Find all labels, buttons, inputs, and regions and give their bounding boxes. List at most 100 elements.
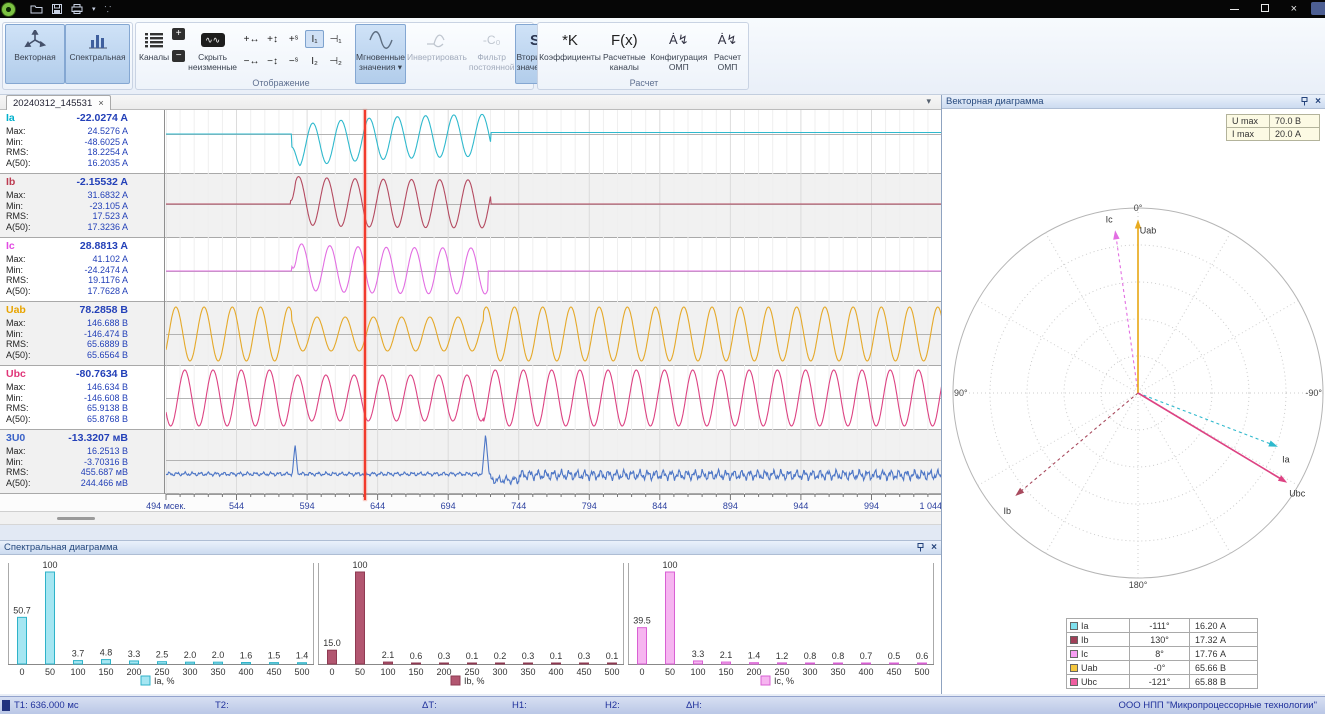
channels-button[interactable]: Каналы: [138, 24, 170, 84]
svg-text:0.3: 0.3: [578, 651, 591, 661]
svg-text:100: 100: [662, 560, 677, 570]
channel-info-ib[interactable]: Ib-2.15532 A Max:31.6832 A Min:-23.105 A…: [0, 174, 165, 238]
document-tab-bar: 20240312_145531 × ▾: [0, 95, 941, 110]
waveform-plot-ubc[interactable]: [166, 366, 942, 430]
minimize-button[interactable]: [1230, 3, 1239, 15]
channel-info-ia[interactable]: Ia-22.0274 A Max:24.5276 A Min:-48.6025 …: [0, 110, 165, 174]
svg-text:Uab: Uab: [1140, 226, 1157, 236]
svg-text:794: 794: [582, 501, 597, 511]
channel-row-ic: Ic28.8813 A Max:41.102 A Min:-24.2474 A …: [0, 238, 941, 302]
stat-label: Min:: [6, 393, 23, 404]
tab-close-icon[interactable]: ×: [98, 98, 104, 109]
print-icon[interactable]: [71, 4, 83, 14]
svg-text:0.8: 0.8: [832, 651, 845, 661]
zoom-in-sync-button[interactable]: +ˢ: [284, 30, 303, 48]
svg-text:2.0: 2.0: [184, 650, 197, 660]
svg-text:500: 500: [604, 667, 619, 677]
svg-text:2.0: 2.0: [212, 650, 225, 660]
channel-name: 3U0: [6, 432, 25, 444]
save-icon[interactable]: [52, 4, 62, 14]
user-badge-icon[interactable]: [1311, 2, 1325, 15]
ic-swatch: [1070, 650, 1078, 658]
spectral-panel-header[interactable]: Спектральная диаграмма ×: [0, 541, 941, 555]
spectral-chart-1: 15.00100502.11000.61500.32000.12500.2300…: [318, 555, 624, 695]
svg-text:0.7: 0.7: [860, 651, 873, 661]
stat-value: 146.634 В: [87, 382, 128, 393]
vector-panel-header[interactable]: Векторная диаграмма ×: [942, 95, 1325, 109]
application-window: ▾ ⸪ × Векторная: [0, 0, 1325, 714]
channel-info-3u0[interactable]: 3U0-13.3207 мВ Max:16.2513 В Min:-3.7031…: [0, 430, 165, 494]
hide-unchanged-button[interactable]: ∿∿ Скрыть неизменные: [187, 24, 238, 84]
vector-diagram-button[interactable]: Векторная: [5, 24, 65, 84]
channel-info-ic[interactable]: Ic28.8813 A Max:41.102 A Min:-24.2474 A …: [0, 238, 165, 302]
phasor-row-ic: Ic8°17.76 А: [1067, 646, 1257, 660]
svg-text:Ubc: Ubc: [1289, 489, 1306, 499]
pin-icon[interactable]: [916, 539, 925, 557]
quickaccess-more-icon[interactable]: ⸪: [105, 4, 113, 15]
print-dropdown-icon[interactable]: ▾: [92, 5, 96, 13]
phasor-row-uab: Uab-0°65.66 В: [1067, 660, 1257, 674]
zoom-in-horizontal-button[interactable]: +↔: [242, 30, 261, 48]
fit-width-1-button[interactable]: ⊣₁: [326, 30, 345, 48]
ib-swatch: [1070, 636, 1078, 644]
dc-filter-button[interactable]: -C₀ Фильтр постоянной: [468, 24, 516, 84]
waveform-plot-ic[interactable]: [166, 238, 942, 302]
svg-text:Ia: Ia: [1282, 455, 1290, 465]
omp-config-button[interactable]: Ȧ↯ Конфигурация ОМП: [649, 24, 709, 84]
stat-label: RMS:: [6, 339, 29, 350]
open-file-icon[interactable]: [30, 4, 43, 14]
svg-text:1.5: 1.5: [268, 651, 281, 661]
time-axis: 494 мсек.5445946446947447948448949449941…: [166, 494, 942, 512]
remove-channel-button[interactable]: −: [172, 50, 185, 62]
invert-icon: [424, 27, 450, 53]
pin-icon[interactable]: [1300, 93, 1309, 111]
close-panel-icon[interactable]: ×: [1315, 97, 1321, 106]
waveform-plot-3u0[interactable]: [166, 430, 942, 494]
calculated-channels-button[interactable]: F(x) Расчетные каналы: [600, 24, 649, 84]
cursor-2-button[interactable]: I₂: [305, 52, 324, 70]
cursor-1-button[interactable]: I₁: [305, 30, 324, 48]
svg-text:350: 350: [210, 667, 225, 677]
tab-label: 20240312_145531: [13, 98, 92, 109]
svg-text:300: 300: [802, 667, 817, 677]
spectral-diagram-button[interactable]: Спектральная: [65, 24, 130, 84]
instant-values-button[interactable]: Мгновенные значения ▾: [355, 24, 406, 84]
channel-info-uab[interactable]: Uab78.2858 В Max:146.688 В Min:-146.474 …: [0, 302, 165, 366]
channel-info-ubc[interactable]: Ubc-80.7634 В Max:146.634 В Min:-146.608…: [0, 366, 165, 430]
close-button[interactable]: ×: [1291, 3, 1297, 15]
channel-row-ubc: Ubc-80.7634 В Max:146.634 В Min:-146.608…: [0, 366, 941, 430]
time-cursor-line[interactable]: [364, 110, 366, 500]
channel-cursor-value: -22.0274 A: [76, 112, 128, 124]
horizontal-scrollbar[interactable]: [0, 512, 941, 525]
maximize-button[interactable]: [1261, 3, 1269, 15]
add-channel-button[interactable]: +: [172, 28, 185, 40]
invert-button[interactable]: Инвертировать: [406, 24, 468, 84]
zoom-out-horizontal-button[interactable]: −↔: [242, 52, 261, 70]
svg-text:50: 50: [665, 667, 675, 677]
zoom-out-vertical-button[interactable]: −↕: [263, 52, 282, 70]
panel-splitter[interactable]: [0, 525, 941, 540]
svg-text:400: 400: [858, 667, 873, 677]
tab-list-dropdown-icon[interactable]: ▾: [926, 96, 931, 107]
close-panel-icon[interactable]: ×: [931, 543, 937, 552]
waveform-plot-uab[interactable]: [166, 302, 942, 366]
document-tab[interactable]: 20240312_145531 ×: [6, 95, 111, 110]
sine-wave-icon: [368, 27, 394, 53]
channel-name: Ic: [6, 240, 15, 252]
svg-text:200: 200: [746, 667, 761, 677]
stat-label: A(50):: [6, 158, 31, 169]
uab-swatch: [1070, 664, 1078, 672]
app-logo-icon[interactable]: [1, 2, 16, 17]
svg-text:15.0: 15.0: [323, 638, 341, 648]
zoom-out-sync-button[interactable]: −ˢ: [284, 52, 303, 70]
stat-label: Max:: [6, 382, 26, 393]
zoom-in-vertical-button[interactable]: +↕: [263, 30, 282, 48]
fit-width-2-button[interactable]: ⊣₂: [326, 52, 345, 70]
svg-text:0.6: 0.6: [410, 651, 423, 661]
waveform-plot-ib[interactable]: [166, 174, 942, 238]
omp-calc-button[interactable]: Ȧ↯ Расчет ОМП: [709, 24, 746, 84]
coefficients-button[interactable]: *K Коэффициенты: [540, 24, 600, 84]
phasor-row-ia: Ia-111°16.20 А: [1067, 619, 1257, 632]
scrollbar-thumb[interactable]: [57, 517, 95, 520]
waveform-plot-ia[interactable]: [166, 110, 942, 174]
